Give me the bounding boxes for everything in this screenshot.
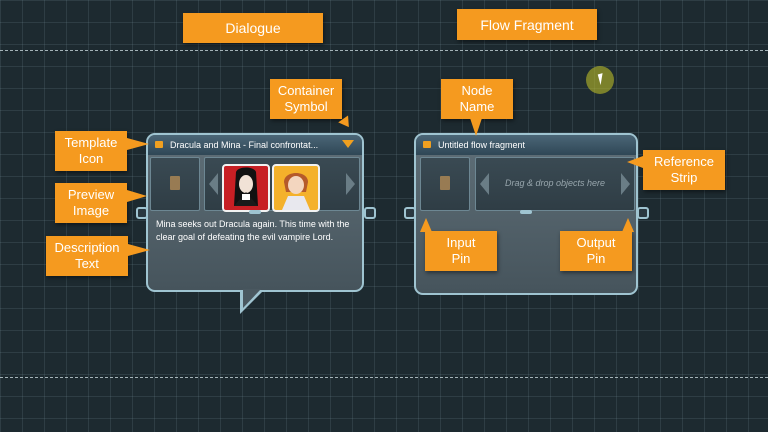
mina-portrait-image — [282, 173, 310, 210]
flow-fragment-section-label: Flow Fragment — [457, 9, 597, 40]
template-icon-box[interactable] — [150, 157, 200, 211]
reference-strip[interactable]: Drag & drop objects here — [475, 157, 635, 211]
speech-bubble-tail-fill — [243, 289, 261, 308]
dracula-portrait — [222, 164, 270, 212]
description-text-pointer — [128, 244, 150, 256]
preview-image-strip[interactable] — [204, 157, 360, 212]
flow-input-pin[interactable] — [404, 207, 416, 219]
dialogue-input-pin[interactable] — [136, 207, 148, 219]
input-pin-pointer — [420, 218, 432, 232]
dialogue-node-header[interactable]: Dracula and Mina - Final confrontat... — [148, 135, 362, 155]
template-icon-callout: Template Icon — [55, 131, 127, 171]
template-icon — [170, 176, 180, 190]
dialogue-node[interactable]: Dracula and Mina - Final confrontat... M… — [146, 133, 364, 292]
preview-image-callout: Preview Image — [55, 183, 127, 223]
node-name-pointer — [470, 118, 482, 136]
output-pin-pointer — [622, 218, 634, 232]
dialogue-node-title: Dracula and Mina - Final confrontat... — [170, 140, 319, 150]
dialogue-output-pin[interactable] — [364, 207, 376, 219]
flow-template-icon — [440, 176, 450, 190]
strip-right-arrow-icon[interactable] — [346, 173, 355, 195]
bottom-guide-line — [0, 377, 768, 378]
dialogue-description: Mina seeks out Dracula again. This time … — [156, 219, 350, 242]
container-symbol-callout: Container Symbol — [270, 79, 342, 119]
top-guide-line — [0, 50, 768, 51]
preview-image-pointer — [127, 190, 147, 202]
flow-template-icon-box[interactable] — [420, 157, 470, 211]
template-icon-pointer — [127, 138, 149, 150]
description-text-callout: Description Text — [46, 236, 128, 276]
dialogue-section-label: Dialogue — [183, 13, 323, 43]
container-symbol-icon[interactable] — [342, 140, 354, 148]
reference-right-arrow-icon[interactable] — [621, 173, 630, 195]
node-name-callout: Node Name — [441, 79, 513, 119]
reference-strip-pointer — [627, 156, 643, 168]
flow-fragment-icon — [423, 141, 431, 148]
resize-grip[interactable] — [249, 210, 261, 214]
reference-strip-callout: Reference Strip — [643, 150, 725, 190]
template-flag-icon — [155, 141, 163, 148]
flow-node-title: Untitled flow fragment — [438, 140, 526, 150]
input-pin-callout: Input Pin — [425, 231, 497, 271]
strip-left-arrow-icon[interactable] — [209, 173, 218, 195]
output-pin-callout: Output Pin — [560, 231, 632, 271]
drop-placeholder: Drag & drop objects here — [504, 178, 606, 188]
flow-resize-grip[interactable] — [520, 210, 532, 214]
flow-node-header[interactable]: Untitled flow fragment — [416, 135, 636, 155]
mina-portrait — [272, 164, 320, 212]
flow-output-pin[interactable] — [637, 207, 649, 219]
dracula-portrait-image — [234, 167, 258, 206]
